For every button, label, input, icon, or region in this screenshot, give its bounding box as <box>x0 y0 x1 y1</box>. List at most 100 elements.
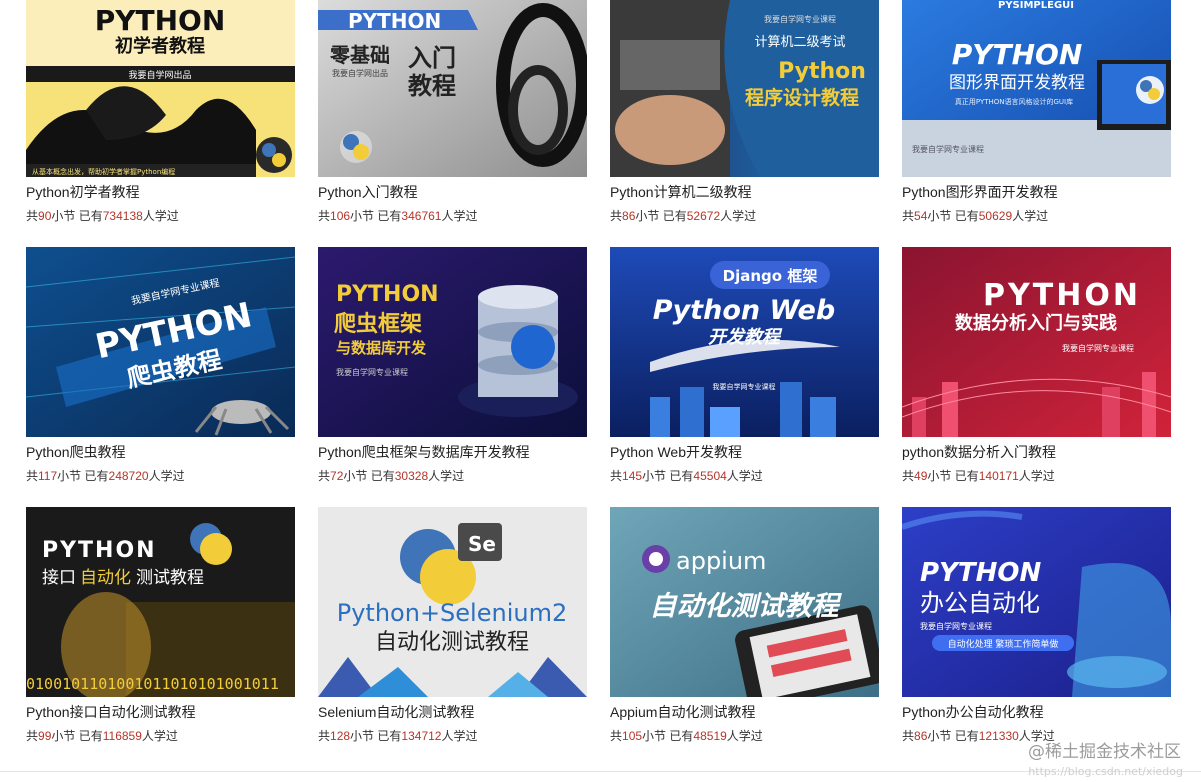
course-meta: 共86小节 已有52672人学过 <box>610 209 757 223</box>
course-cover-image[interactable]: PYTHON 数据分析入门与实践 我要自学网专业课程 <box>902 247 1171 437</box>
cover-logo: appium <box>676 547 766 575</box>
cover-subheading: 自动化测试教程 <box>375 630 529 655</box>
cover-binary: 0100101101001011010101001011 <box>26 675 279 693</box>
course-meta: 共90小节 已有734138人学过 <box>26 209 179 223</box>
learner-count: 140171 <box>978 469 1019 483</box>
course-title[interactable]: Python办公自动化教程 <box>902 703 1171 721</box>
course-cover-image[interactable]: appium 自动化测试教程 <box>610 507 879 697</box>
course-title[interactable]: python数据分析入门教程 <box>902 443 1171 461</box>
watermark: @稀土掘金技术社区 <box>1028 742 1181 762</box>
cover-heading: PYTHON <box>336 282 439 307</box>
course-card[interactable]: PYTHON 接口 自动化 测试教程 010010110100101101010… <box>26 507 295 767</box>
lesson-count: 117 <box>38 469 58 483</box>
cover-publisher: 我要自学网专业课程 <box>336 367 408 377</box>
course-card[interactable]: PYTHON 初学者教程 我要自学网出品 从基本概念出发，帮助初学者掌握Pyth… <box>26 0 295 247</box>
cover-label: Django 框架 <box>723 267 818 285</box>
course-card[interactable]: PYSIMPLEGUI PYTHON 图形界面开发教程 真正用PYTHON语言风… <box>902 0 1171 247</box>
cover-heading: PYTHON <box>348 9 441 33</box>
course-card[interactable]: PYTHON 零基础 入门 教程 我要自学网出品 Python入门教程 共106… <box>318 0 587 247</box>
course-meta: 共49小节 已有140171人学过 <box>902 469 1055 483</box>
course-meta: 共128小节 已有134712人学过 <box>318 729 478 743</box>
cover-subheading: 图形界面开发教程 <box>949 73 1085 93</box>
cover-heading: PYTHON <box>952 38 1083 71</box>
lesson-count: 49 <box>914 469 928 483</box>
course-title[interactable]: Python Web开发教程 <box>610 443 879 461</box>
course-title[interactable]: Python初学者教程 <box>26 183 295 201</box>
course-cover-image[interactable]: 我要自学网专业课程 PYTHON 爬虫教程 <box>26 247 295 437</box>
course-cover-image[interactable]: PYSIMPLEGUI PYTHON 图形界面开发教程 真正用PYTHON语言风… <box>902 0 1171 177</box>
course-title[interactable]: Python入门教程 <box>318 183 587 201</box>
course-cover-image[interactable]: PYTHON 初学者教程 我要自学网出品 从基本概念出发，帮助初学者掌握Pyth… <box>26 0 295 177</box>
cover-publisher: 我要自学网专业课程 <box>713 382 776 391</box>
course-meta: 共72小节 已有30328人学过 <box>318 469 465 483</box>
learner-count: 50629 <box>978 209 1013 223</box>
cover-publisher: 我要自学网专业课程 <box>764 14 836 24</box>
cover-tagline: 自动化处理 繁琐工作简单做 <box>948 638 1059 650</box>
cover-tagline: 从基本概念出发，帮助初学者掌握Python编程 <box>32 167 175 176</box>
learner-count: 45504 <box>693 469 727 483</box>
lesson-count: 128 <box>330 729 351 743</box>
course-meta: 共105小节 已有48519人学过 <box>610 729 763 743</box>
cover-subheading: 零基础 <box>329 43 390 67</box>
course-cover-image[interactable]: Django 框架 Python Web 开发教程 我要自学网专业课程 <box>610 247 879 437</box>
lesson-count: 86 <box>622 209 636 223</box>
course-cover-image[interactable]: PYTHON 零基础 入门 教程 我要自学网出品 <box>318 0 587 177</box>
cover-subheading-2: 自动化 <box>80 568 131 588</box>
course-title[interactable]: Python爬虫框架与数据库开发教程 <box>318 443 587 461</box>
course-card[interactable]: 我要自学网专业课程 计算机二级考试 Python 程序设计教程 Python计算… <box>610 0 879 247</box>
course-meta: 共145小节 已有45504人学过 <box>610 469 763 483</box>
course-card[interactable]: PYTHON 爬虫框架 与数据库开发 我要自学网专业课程 Python爬虫框架与… <box>318 247 587 507</box>
course-cover-image[interactable]: PYTHON 接口 自动化 测试教程 010010110100101101010… <box>26 507 295 697</box>
cover-heading: PYTHON <box>983 278 1141 313</box>
lesson-count: 106 <box>330 209 351 223</box>
watermark-url: https://blog.csdn.net/xiedog <box>1028 765 1183 778</box>
learner-count: 346761 <box>401 209 442 223</box>
learner-count: 116859 <box>102 729 142 743</box>
cover-heading: Python Web <box>653 295 835 326</box>
cover-heading: Python <box>778 59 866 84</box>
cover-subheading: 计算机二级考试 <box>754 35 845 50</box>
cover-publisher: 我要自学网出品 <box>332 68 388 78</box>
cover-label: 我要自学网专业课程 <box>912 144 984 154</box>
course-cover-image[interactable]: PYTHON 爬虫框架 与数据库开发 我要自学网专业课程 <box>318 247 587 437</box>
course-card[interactable]: Se Python+Selenium2 自动化测试教程 Selenium自动化测… <box>318 507 587 767</box>
cover-publisher: PYSIMPLEGUI <box>998 0 1074 11</box>
course-title[interactable]: Appium自动化测试教程 <box>610 703 879 721</box>
cover-subheading-2: 入门 <box>408 44 456 72</box>
course-card[interactable]: appium 自动化测试教程 Appium自动化测试教程 共105小节 已有48… <box>610 507 879 767</box>
course-title[interactable]: Python图形界面开发教程 <box>902 183 1171 201</box>
learner-count: 134712 <box>401 729 442 743</box>
course-title[interactable]: Python接口自动化测试教程 <box>26 703 295 721</box>
learner-count: 734138 <box>102 209 143 223</box>
course-title[interactable]: Python爬虫教程 <box>26 443 295 461</box>
divider <box>0 771 1201 772</box>
cover-heading: PYTHON <box>95 4 226 37</box>
learner-count: 248720 <box>108 469 149 483</box>
cover-subheading: 爬虫框架 <box>334 311 422 337</box>
course-cover-image[interactable]: PYTHON 办公自动化 我要自学网专业课程 自动化处理 繁琐工作简单做 <box>902 507 1171 697</box>
course-card[interactable]: 我要自学网专业课程 PYTHON 爬虫教程 Python爬虫教程 共117小节 … <box>26 247 295 507</box>
learner-count: 48519 <box>693 729 727 743</box>
learner-count: 121330 <box>978 729 1019 743</box>
lesson-count: 145 <box>622 469 643 483</box>
lesson-count: 72 <box>330 469 344 483</box>
lesson-count: 105 <box>622 729 643 743</box>
lesson-count: 54 <box>914 209 928 223</box>
learner-count: 30328 <box>394 469 429 483</box>
course-card[interactable]: PYTHON 数据分析入门与实践 我要自学网专业课程 python数据分析入门教… <box>902 247 1171 507</box>
cover-publisher: 我要自学网出品 <box>128 69 191 81</box>
cover-publisher: 我要自学网专业课程 <box>920 621 992 631</box>
cover-subheading: 初学者教程 <box>115 35 205 57</box>
course-card[interactable]: Django 框架 Python Web 开发教程 我要自学网专业课程 Pyth… <box>610 247 879 507</box>
cover-heading: PYTHON <box>42 538 157 563</box>
course-meta: 共54小节 已有50629人学过 <box>902 209 1049 223</box>
cover-publisher: 我要自学网专业课程 <box>1062 343 1134 353</box>
cover-heading: Python+Selenium2 <box>337 599 567 627</box>
course-title[interactable]: Selenium自动化测试教程 <box>318 703 587 721</box>
course-title[interactable]: Python计算机二级教程 <box>610 183 879 201</box>
course-card[interactable]: PYTHON 办公自动化 我要自学网专业课程 自动化处理 繁琐工作简单做 Pyt… <box>902 507 1171 767</box>
course-cover-image[interactable]: Se Python+Selenium2 自动化测试教程 <box>318 507 587 697</box>
course-meta: 共106小节 已有346761人学过 <box>318 209 478 223</box>
course-cover-image[interactable]: 我要自学网专业课程 计算机二级考试 Python 程序设计教程 <box>610 0 879 177</box>
cover-subheading: 办公自动化 <box>920 589 1040 617</box>
